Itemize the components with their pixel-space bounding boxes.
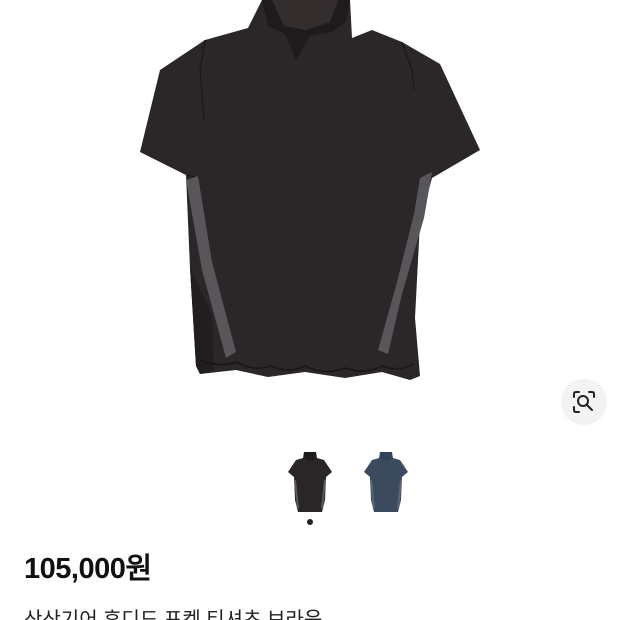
product-title: 산산기어 후디드 포켓 티셔츠 브라운 [24, 609, 323, 620]
variant-thumb-brown[interactable] [284, 444, 336, 516]
product-price: 105,000원 [24, 553, 152, 585]
selected-variant-dot [307, 519, 313, 525]
product-main-image[interactable] [0, 0, 620, 430]
lens-icon [573, 391, 595, 413]
variant-thumb-navy[interactable] [360, 444, 412, 516]
visual-search-button[interactable] [561, 379, 607, 425]
variant-thumbnails [0, 440, 620, 530]
navy-shirt-thumbnail [364, 452, 408, 512]
brown-shirt-thumbnail [288, 452, 332, 512]
product-detail-page: 105,000원 산산기어 후디드 포켓 티셔츠 브라운 [0, 0, 620, 620]
